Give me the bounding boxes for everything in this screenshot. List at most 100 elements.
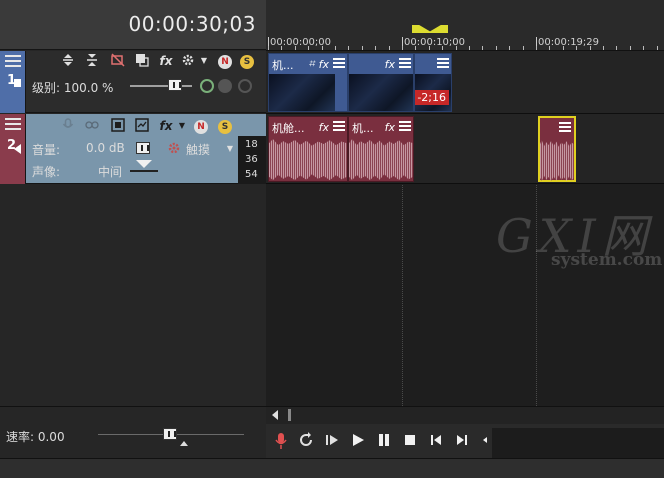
ruler-minor-tick <box>402 46 403 50</box>
ruler-minor-tick <box>509 46 510 50</box>
ruler-minor-tick <box>429 46 430 50</box>
go-to-end-icon[interactable] <box>454 432 472 450</box>
time-display: 00:00:30;03 <box>128 12 256 36</box>
audio-clip[interactable]: 机舱... fx <box>268 116 348 182</box>
clip-fx-icon[interactable]: fx <box>319 58 329 71</box>
track-fx-icon[interactable]: fx <box>158 53 174 69</box>
clip-icons: fx <box>319 119 345 135</box>
clip-menu-icon[interactable] <box>399 58 411 70</box>
scrollbar-thumb[interactable] <box>288 409 291 421</box>
selected-audio-clip[interactable] <box>538 116 576 182</box>
ruler-minor-tick <box>590 46 591 50</box>
audio-waveform <box>269 139 347 181</box>
no-solo-icon[interactable]: N <box>218 55 232 69</box>
go-to-start-icon[interactable] <box>428 432 446 450</box>
solo-icon[interactable]: S <box>218 120 232 134</box>
video-clip[interactable]: 机... ⌗ fx <box>268 53 348 112</box>
pause-icon[interactable] <box>376 432 394 450</box>
stop-icon[interactable] <box>402 432 420 450</box>
arm-icon[interactable] <box>238 79 252 93</box>
link-icon[interactable] <box>200 79 214 93</box>
speaker-icon <box>14 144 21 154</box>
track-menu-icon[interactable] <box>5 118 21 132</box>
rate-slider-thumb[interactable] <box>163 428 177 440</box>
expand-track-icon[interactable] <box>60 53 76 69</box>
playback-rate-panel: 速率: 0.00 <box>0 406 266 458</box>
track-menu-icon[interactable] <box>5 55 21 69</box>
motion-settings-icon[interactable] <box>180 53 196 69</box>
clip-offset-badge: -2;16 <box>415 90 449 105</box>
automation-mode-label[interactable]: 触摸 <box>186 141 210 158</box>
loop-playback-icon[interactable] <box>298 432 316 450</box>
record-icon[interactable] <box>218 79 232 93</box>
watermark-domain: system.com <box>551 250 663 270</box>
horizontal-scrollbar[interactable] <box>266 406 664 424</box>
automation-gear-icon[interactable] <box>166 141 182 157</box>
chevron-down-icon[interactable]: ▼ <box>196 53 212 69</box>
chevron-down-icon[interactable]: ▼ <box>222 141 238 157</box>
level-slider-track[interactable] <box>130 85 192 87</box>
clip-menu-icon[interactable] <box>559 122 571 134</box>
clip-fx-icon[interactable]: fx <box>319 121 329 134</box>
ruler-minor-tick <box>348 46 349 50</box>
clip-menu-icon[interactable] <box>333 121 345 133</box>
audio-track-lane[interactable]: 机舱... fx 机... fx <box>266 114 664 184</box>
clip-fx-icon[interactable]: fx <box>385 121 395 134</box>
microphone-icon[interactable] <box>60 118 76 134</box>
play-icon[interactable] <box>350 432 368 450</box>
pan-slider-thumb[interactable] <box>136 160 152 168</box>
time-ruler[interactable]: 00:00:00;00 00:00:10;00 00:00:19;29 <box>266 0 664 51</box>
play-from-start-icon[interactable] <box>324 432 342 450</box>
volume-slider-thumb[interactable] <box>136 142 150 154</box>
ruler-minor-tick <box>335 46 336 50</box>
bypass-icon[interactable] <box>110 118 126 134</box>
composite-mode-icon[interactable] <box>134 53 150 69</box>
audio-waveform <box>349 139 413 181</box>
input-monitor-icon[interactable] <box>84 118 100 134</box>
video-clip[interactable]: -2;16 <box>414 53 452 112</box>
scroll-left-arrow-icon[interactable] <box>272 410 278 420</box>
video-track-header[interactable]: 1 fx ▼ N S 级别: 100.0 % <box>0 51 266 113</box>
collapse-track-icon[interactable] <box>84 53 100 69</box>
video-track-lane[interactable]: 机... ⌗ fx fx -2;16 <box>266 51 664 114</box>
clip-title: 机舱... <box>272 122 305 135</box>
ruler-minor-tick <box>268 46 269 50</box>
ruler-minor-tick <box>576 46 577 50</box>
clip-menu-icon[interactable] <box>399 121 411 133</box>
track-2-number-strip[interactable]: 2 <box>0 114 26 184</box>
record-icon[interactable] <box>274 432 292 450</box>
ruler-minor-tick <box>523 46 524 50</box>
chevron-down-icon[interactable]: ▼ <box>174 118 190 134</box>
crop-icon[interactable]: ⌗ <box>308 57 314 71</box>
video-track-icon <box>14 79 21 87</box>
audio-track-header[interactable]: 2 fx ▼ N S 音量: 0.0 dB 触摸 ▼ 声像: 中间 <box>0 114 266 184</box>
audio-fx-icon[interactable]: fx <box>158 118 174 134</box>
ruler-minor-tick <box>456 46 457 50</box>
db-scale-label: 54 <box>245 169 258 180</box>
clip-fx-icon[interactable]: fx <box>385 58 395 71</box>
track-1-number-strip[interactable]: 1 <box>0 51 26 113</box>
clip-menu-icon[interactable] <box>333 58 345 70</box>
ruler-minor-tick <box>563 46 564 50</box>
volume-label: 音量: <box>32 143 61 157</box>
timeline[interactable]: 00:00:00;00 00:00:10;00 00:00:19;29 机...… <box>266 0 664 406</box>
mute-video-icon[interactable] <box>110 53 126 69</box>
db-meter-scale: 18 36 54 <box>238 136 266 184</box>
envelope-icon[interactable] <box>134 118 150 134</box>
rate-label: 速率: 0.00 <box>6 430 65 444</box>
video-thumbnail <box>269 74 335 111</box>
clip-menu-icon[interactable] <box>437 58 449 70</box>
ruler-minor-tick <box>657 46 658 50</box>
ruler-minor-tick <box>603 46 604 50</box>
time-display-box: 00:00:30;03 <box>0 0 266 50</box>
ruler-minor-tick <box>616 46 617 50</box>
ruler-minor-tick <box>295 46 296 50</box>
loop-region-marker[interactable] <box>412 25 448 33</box>
clip-icons: fx <box>385 119 411 135</box>
no-solo-icon[interactable]: N <box>194 120 208 134</box>
audio-clip[interactable]: 机... fx <box>348 116 414 182</box>
video-clip[interactable]: fx <box>348 53 414 112</box>
solo-icon[interactable]: S <box>240 55 254 69</box>
pan-slider-track[interactable] <box>130 170 158 172</box>
level-slider-thumb[interactable] <box>168 79 182 91</box>
